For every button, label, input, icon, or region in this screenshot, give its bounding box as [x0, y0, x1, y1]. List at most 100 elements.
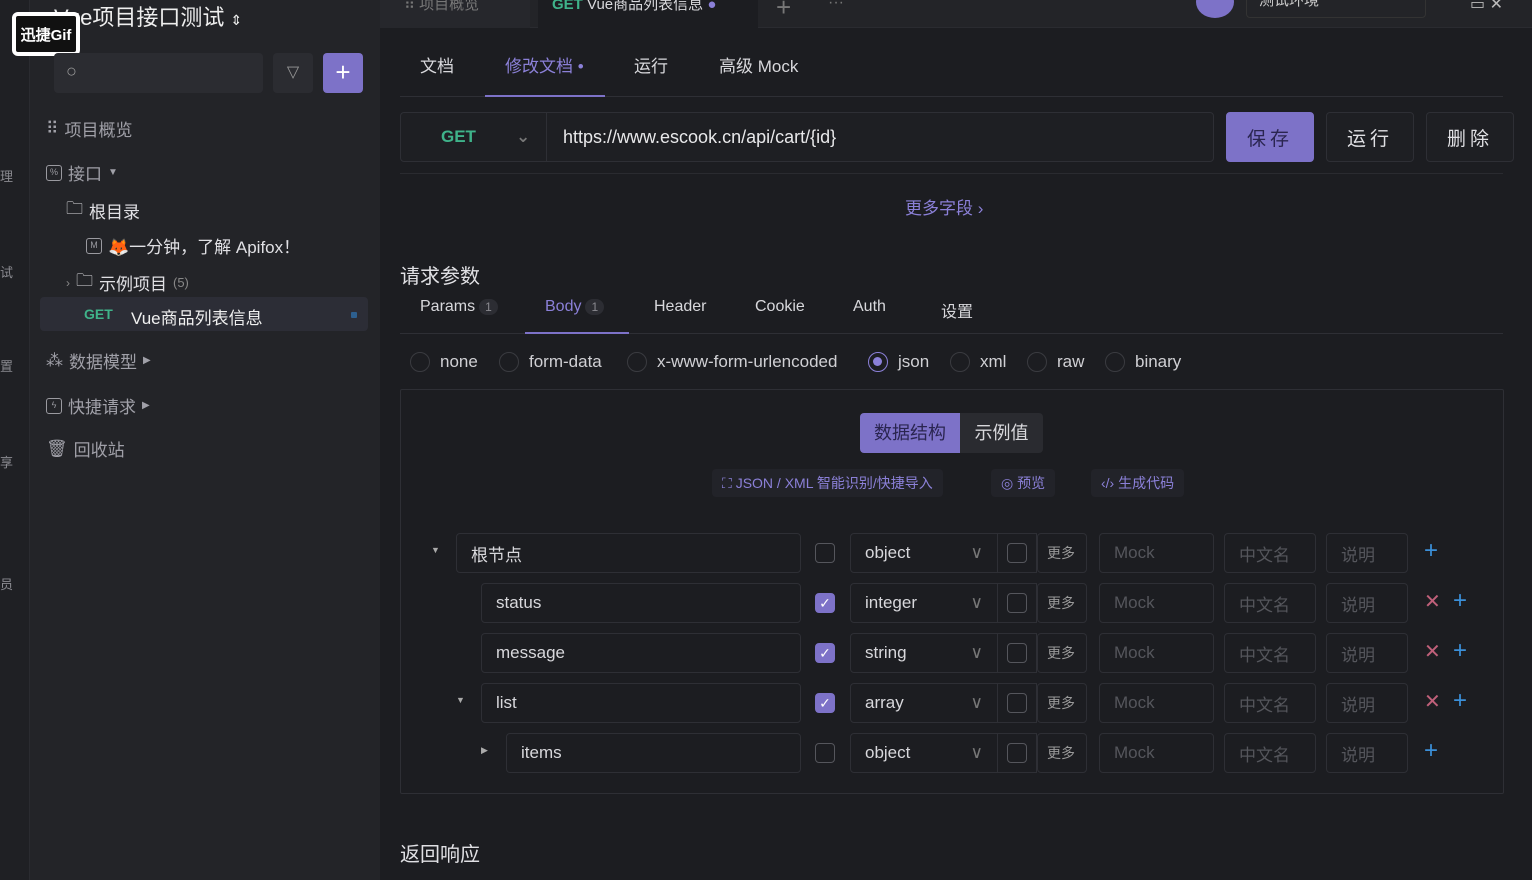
type-select[interactable]: array ∨ [850, 683, 998, 723]
more-button[interactable]: 更多 [1037, 733, 1087, 773]
url-input[interactable]: https://www.escook.cn/api/cart/{id} [563, 127, 836, 148]
field-name-input[interactable]: items [506, 733, 801, 773]
description-input[interactable]: 说明 [1326, 533, 1408, 573]
description-input[interactable]: 说明 [1326, 633, 1408, 673]
project-title[interactable]: Vue项目接口测试 ⇕ [54, 0, 242, 32]
add-button[interactable]: + [323, 53, 363, 93]
preview-button[interactable]: ◎ 预览 [991, 469, 1056, 497]
sidebar-item-api[interactable]: % 接口 ▼ [46, 160, 118, 185]
description-input[interactable]: 说明 [1326, 683, 1408, 723]
required-checkbox[interactable]: ✓ [815, 593, 835, 613]
tab-overview[interactable]: ⠿ 项目概览 [380, 0, 530, 28]
radio-raw[interactable]: raw [1027, 352, 1084, 372]
type-select[interactable]: object ∨ [850, 733, 998, 773]
method-select[interactable]: GET ⌄ [401, 113, 547, 161]
more-button[interactable]: 更多 [1037, 683, 1087, 723]
tab-settings[interactable]: 设置 [941, 298, 973, 322]
sidebar-item-quick[interactable]: ϟ 快捷请求 ▶ [46, 393, 150, 418]
more-button[interactable]: 更多 [1037, 583, 1087, 623]
delete-field-icon[interactable]: ✕ [1424, 589, 1441, 614]
nullable-checkbox[interactable] [1007, 543, 1027, 563]
chinese-name-input[interactable]: 中文名 [1224, 583, 1316, 623]
radio-xml[interactable]: xml [950, 352, 1006, 372]
radio-json[interactable]: json [868, 352, 929, 372]
tab-header[interactable]: Header [654, 298, 706, 316]
filter-button[interactable]: ▽ [273, 53, 313, 93]
import-button[interactable]: ⛶ JSON / XML 智能识别/快捷导入 [712, 469, 943, 497]
required-checkbox[interactable]: ✓ [815, 693, 835, 713]
tab-mock[interactable]: 高级 Mock [719, 52, 798, 77]
delete-button[interactable]: 删除 [1426, 112, 1514, 162]
rail-item[interactable]: 享 [0, 452, 13, 471]
nullable-checkbox[interactable] [1007, 693, 1027, 713]
required-checkbox[interactable]: ✓ [815, 643, 835, 663]
environment-select[interactable]: 测试环境 [1246, 0, 1426, 18]
radio-form-data[interactable]: form-data [499, 352, 602, 372]
delete-field-icon[interactable]: ✕ [1424, 689, 1441, 714]
add-sibling-icon[interactable]: + [1453, 637, 1467, 665]
more-button[interactable]: 更多 [1037, 633, 1087, 673]
description-input[interactable]: 说明 [1326, 733, 1408, 773]
add-child-icon[interactable]: + [1424, 737, 1438, 765]
avatar[interactable] [1196, 0, 1234, 18]
nullable-checkbox[interactable] [1007, 743, 1027, 763]
radio-none[interactable]: none [410, 352, 478, 372]
mock-input[interactable]: Mock [1099, 633, 1214, 673]
generate-code-button[interactable]: ‹/› 生成代码 [1091, 469, 1185, 497]
rail-item[interactable]: 理 [0, 166, 13, 185]
more-button[interactable]: 更多 [1037, 533, 1087, 573]
type-select[interactable]: integer ∨ [850, 583, 998, 623]
chinese-name-input[interactable]: 中文名 [1224, 633, 1316, 673]
mock-input[interactable]: Mock [1099, 683, 1214, 723]
sidebar-item-trash[interactable]: 🗑 回收站 [46, 436, 125, 461]
tab-auth[interactable]: Auth [853, 298, 886, 316]
tree-folder-examples[interactable]: › 🗀 示例项目 (5) [66, 268, 189, 297]
rail-item[interactable]: 试 [0, 262, 13, 281]
rail-item[interactable]: 置 [0, 356, 13, 375]
nullable-checkbox[interactable] [1007, 643, 1027, 663]
chinese-name-input[interactable]: 中文名 [1224, 533, 1316, 573]
search-input[interactable]: ○ [54, 53, 263, 93]
new-tab-icon[interactable]: + [776, 0, 791, 23]
more-fields-link[interactable]: 更多字段 › [905, 194, 983, 219]
field-name-input[interactable]: list [481, 683, 801, 723]
tab-params[interactable]: Params 1 [420, 298, 498, 316]
radio-binary[interactable]: binary [1105, 352, 1181, 372]
delete-field-icon[interactable]: ✕ [1424, 639, 1441, 664]
type-select[interactable]: string ∨ [850, 633, 998, 673]
chinese-name-input[interactable]: 中文名 [1224, 683, 1316, 723]
add-sibling-icon[interactable]: + [1453, 687, 1467, 715]
caret-down-icon[interactable]: ▼ [456, 695, 465, 705]
mode-example[interactable]: 示例值 [960, 413, 1043, 453]
sidebar-item-overview[interactable]: ⠿ 项目概览 [46, 116, 132, 141]
tree-root[interactable]: 🗀 根目录 [66, 196, 140, 225]
window-controls[interactable]: ▭ ✕ [1470, 0, 1503, 14]
more-icon[interactable]: ··· [828, 0, 844, 12]
caret-right-icon[interactable]: ▶ [481, 745, 488, 756]
tab-api[interactable]: GET Vue商品列表信息 ● [538, 0, 758, 28]
required-checkbox[interactable] [815, 743, 835, 763]
mock-input[interactable]: Mock [1099, 533, 1214, 573]
description-input[interactable]: 说明 [1326, 583, 1408, 623]
radio-urlencoded[interactable]: x-www-form-urlencoded [627, 352, 837, 372]
required-checkbox[interactable] [815, 543, 835, 563]
tree-item-selected[interactable]: GET Vue商品列表信息 [40, 297, 368, 331]
tab-body[interactable]: Body 1 [545, 298, 605, 316]
tab-run[interactable]: 运行 [634, 52, 668, 77]
type-select[interactable]: object ∨ [850, 533, 998, 573]
tree-doc[interactable]: M 🦊一分钟，了解 Apifox！ [86, 233, 300, 258]
caret-down-icon[interactable]: ▼ [431, 545, 440, 555]
field-name-input[interactable]: 根节点 [456, 533, 801, 573]
mock-input[interactable]: Mock [1099, 733, 1214, 773]
mock-input[interactable]: Mock [1099, 583, 1214, 623]
field-name-input[interactable]: status [481, 583, 801, 623]
tab-edit-doc[interactable]: 修改文档 • [505, 52, 584, 77]
add-sibling-icon[interactable]: + [1453, 587, 1467, 615]
run-button[interactable]: 运行 [1326, 112, 1414, 162]
add-child-icon[interactable]: + [1424, 537, 1438, 565]
rail-item[interactable]: 员 [0, 574, 13, 593]
mode-structure[interactable]: 数据结构 [860, 413, 960, 453]
save-button[interactable]: 保存 [1226, 112, 1314, 162]
sidebar-item-models[interactable]: ⁂ 数据模型 ▶ [46, 348, 151, 373]
tab-cookie[interactable]: Cookie [755, 298, 805, 316]
